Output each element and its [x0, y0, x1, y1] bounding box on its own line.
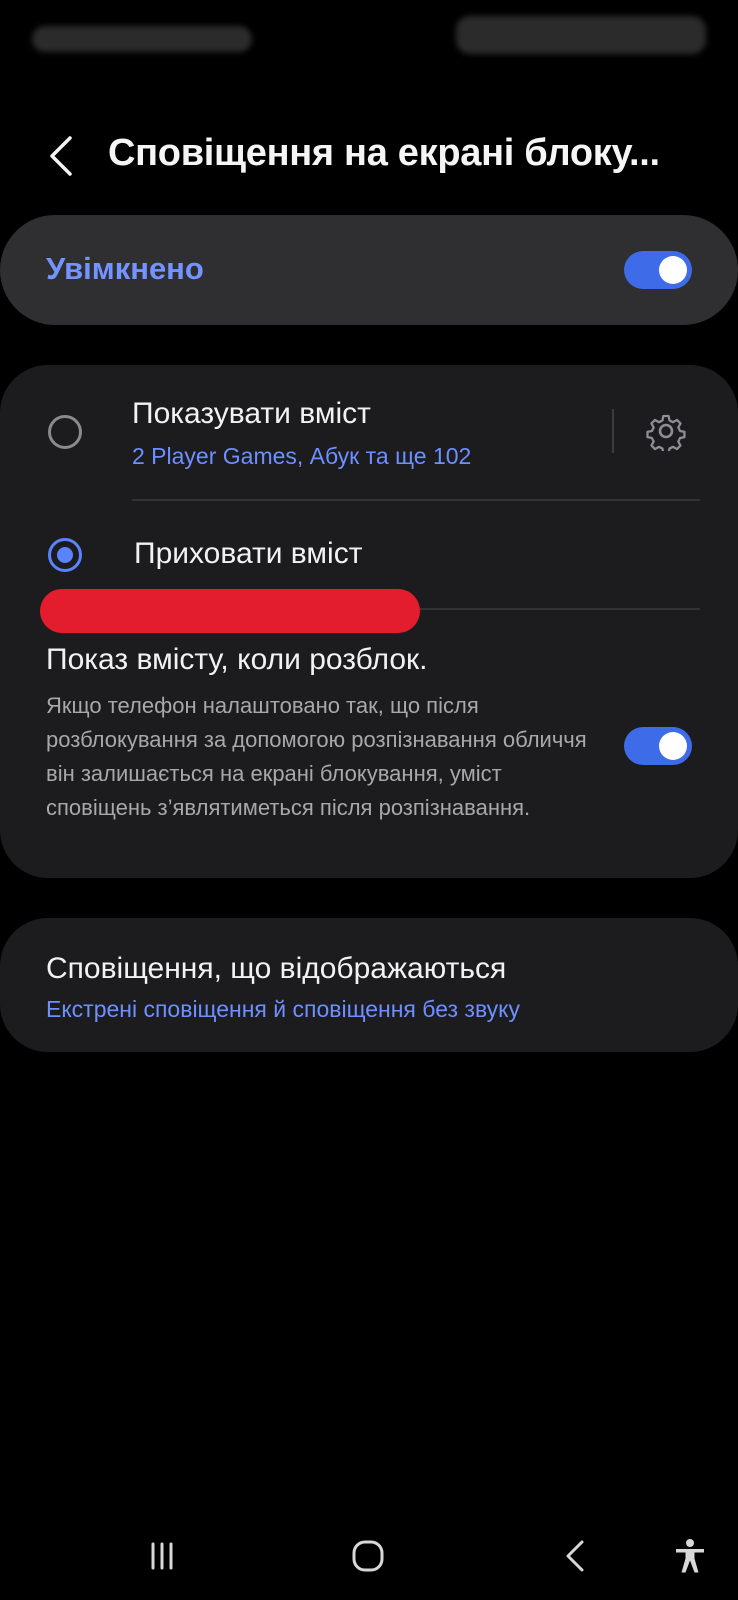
- master-toggle[interactable]: [624, 251, 692, 289]
- show-content-apps: 2 Player Games, Абук та ще 102: [132, 443, 472, 469]
- master-switch-card[interactable]: Увімкнено: [0, 215, 738, 325]
- divider: [132, 499, 700, 501]
- unlock-show-description: Якщо телефон налаштовано так, що після р…: [46, 693, 587, 820]
- show-content-title[interactable]: Показувати вміст: [132, 397, 371, 431]
- home-button[interactable]: [340, 1528, 396, 1584]
- unlock-show-toggle[interactable]: [624, 727, 692, 765]
- nav-back-button[interactable]: [548, 1528, 604, 1584]
- hide-content-radio[interactable]: [48, 538, 82, 572]
- page-title: Сповіщення на екрані блоку...: [108, 132, 660, 174]
- header: Сповіщення на екрані блоку...: [0, 118, 738, 194]
- shown-notifications-title: Сповіщення, що відображаються: [46, 952, 507, 985]
- back-button[interactable]: [36, 128, 86, 184]
- toggle-knob: [659, 732, 687, 760]
- redaction-mark: [40, 589, 420, 633]
- home-icon: [352, 1540, 384, 1572]
- show-content-radio[interactable]: [48, 415, 82, 449]
- accessibility-icon: [676, 1539, 704, 1573]
- radio-dot: [57, 547, 73, 563]
- status-bar: [0, 0, 738, 70]
- settings-button[interactable]: [646, 411, 686, 455]
- shown-notifications-subtitle: Екстрені сповіщення й сповіщення без зву…: [46, 996, 520, 1022]
- recents-icon: [151, 1542, 173, 1570]
- master-switch-label: Увімкнено: [46, 251, 204, 286]
- hide-content-title[interactable]: Приховати вміст: [134, 537, 362, 571]
- unlock-show-title[interactable]: Показ вмісту, коли розблок.: [46, 643, 427, 677]
- chevron-left-icon: [50, 136, 72, 176]
- navigation-bar: [0, 1520, 738, 1590]
- back-icon: [566, 1540, 584, 1572]
- redacted-status-right: [456, 16, 706, 54]
- vertical-divider: [612, 409, 614, 453]
- content-options-card: Показувати вміст 2 Player Games, Абук та…: [0, 365, 738, 878]
- redacted-status-left: [32, 26, 252, 52]
- accessibility-button[interactable]: [662, 1528, 718, 1584]
- shown-notifications-card[interactable]: Сповіщення, що відображаються Екстрені с…: [0, 918, 738, 1052]
- toggle-knob: [659, 256, 687, 284]
- gear-icon: [646, 414, 686, 455]
- recents-button[interactable]: [134, 1528, 190, 1584]
